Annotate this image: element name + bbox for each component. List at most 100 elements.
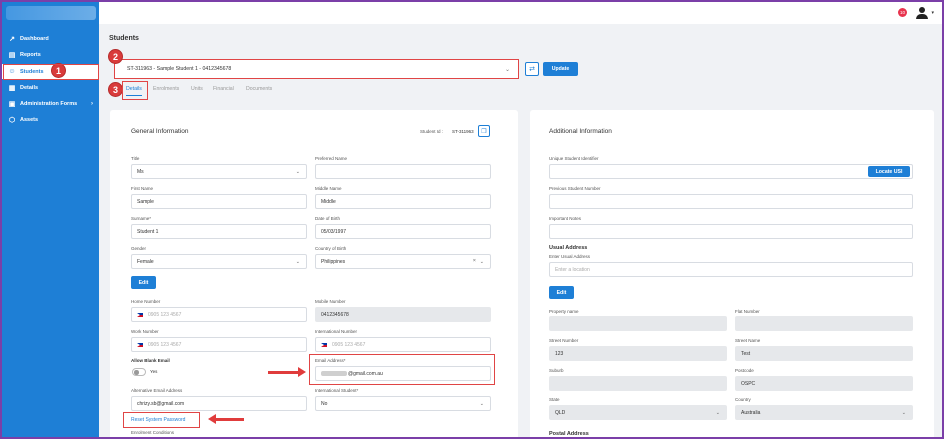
title-select[interactable]: Ms ⌄ <box>131 164 307 179</box>
app-frame: ↗ Dashboard ▤ Reports ☺ Students ▦ Details ▣… <box>2 2 942 437</box>
property-name-input <box>549 316 727 331</box>
philippines-flag-icon <box>137 342 143 347</box>
work-number-label: Work Number <box>131 329 159 334</box>
home-number-input[interactable]: 0905 123 4567 <box>131 307 307 322</box>
chevron-down-icon: ⌄ <box>715 410 720 416</box>
cube-icon: ⬡ <box>8 117 16 124</box>
tab-financial[interactable]: Financial <box>213 86 234 92</box>
first-name-label: First Name <box>131 186 154 191</box>
forms-icon: ▣ <box>8 101 16 108</box>
clear-icon[interactable]: × <box>473 258 476 264</box>
marker-3: 3 <box>108 82 123 97</box>
gender-select[interactable]: Female ⌄ <box>131 254 307 269</box>
country-of-birth-select[interactable]: Philippines × ⌄ <box>315 254 491 269</box>
important-notes-input[interactable] <box>549 224 913 239</box>
postcode-input: OSPC <box>735 376 913 391</box>
international-student-label: International Student* <box>315 388 359 393</box>
chevron-down-icon: ⌄ <box>504 67 510 73</box>
chevron-down-icon[interactable]: ▾ <box>931 10 934 16</box>
title-value: Ms <box>137 168 144 175</box>
tab-details[interactable]: Details <box>126 86 142 96</box>
sidebar-item-details[interactable]: ▦ Details <box>2 81 99 95</box>
suburb-label: Suburb <box>549 368 564 373</box>
flat-number-label: Flat Number <box>735 309 760 314</box>
gender-label: Gender <box>131 246 147 251</box>
email-input[interactable]: @gmail.com.au <box>315 366 491 381</box>
international-number-input[interactable]: 0905 123 4567 <box>315 337 491 352</box>
chevron-down-icon: ⌄ <box>901 410 906 416</box>
state-label: State <box>549 397 560 402</box>
alt-email-input[interactable]: chrizy.sb@gmail.com <box>131 396 307 411</box>
mobile-number-label: Mobile Number <box>315 299 346 304</box>
postcode-label: Postcode <box>735 368 754 373</box>
country-select: Australia ⌄ <box>735 405 913 420</box>
surname-input[interactable]: Student 1 <box>131 224 307 239</box>
important-notes-label: Important Notes <box>549 216 582 221</box>
philippines-flag-icon <box>321 342 327 347</box>
street-name-label: Street Name <box>735 338 761 343</box>
tab-units[interactable]: Units <box>191 86 203 92</box>
first-name-input[interactable]: Sample <box>131 194 307 209</box>
notification-badge[interactable]: 10 <box>898 8 907 17</box>
philippines-flag-icon <box>137 312 143 317</box>
flat-number-input <box>735 316 913 331</box>
international-number-placeholder: 0905 123 4567 <box>332 341 366 348</box>
dob-input[interactable]: 05/03/1997 <box>315 224 491 239</box>
student-id-value: ST-311963 <box>452 129 474 134</box>
swap-button[interactable]: ⇄ <box>525 62 539 76</box>
sidebar-item-label: Reports <box>20 52 41 58</box>
alt-email-label: Alternative Email Address <box>131 388 183 393</box>
country-value: Australia <box>741 409 761 416</box>
highlight-students <box>3 64 99 80</box>
chevron-down-icon: ⌄ <box>479 259 484 265</box>
usi-input[interactable] <box>549 164 913 179</box>
postal-address-heading: Postal Address <box>549 431 589 437</box>
tab-documents[interactable]: Documents <box>246 86 272 92</box>
sidebar-item-label: Assets <box>20 117 39 123</box>
copy-button[interactable]: ❐ <box>478 125 490 137</box>
title-label: Title <box>131 156 140 161</box>
locate-usi-button[interactable]: Locate USI <box>868 166 910 177</box>
address-edit-button[interactable]: Edit <box>549 286 574 299</box>
usual-address-heading: Usual Address <box>549 245 588 251</box>
property-name-label: Property name <box>549 309 579 314</box>
user-avatar-icon[interactable] <box>915 6 929 20</box>
sidebar-item-administration-forms[interactable]: ▣ Administration Forms › <box>2 97 99 111</box>
mobile-number-input: 0412345678 <box>315 307 491 322</box>
sidebar-item-reports[interactable]: ▤ Reports <box>2 48 99 62</box>
work-number-input[interactable]: 0905 123 4567 <box>131 337 307 352</box>
reset-password-link[interactable]: Reset System Password <box>131 417 185 423</box>
logo <box>6 6 96 20</box>
sidebar-item-dashboard[interactable]: ↗ Dashboard <box>2 32 99 46</box>
previous-student-number-input[interactable] <box>549 194 913 209</box>
state-value: QLD <box>555 409 566 416</box>
sidebar-item-label: Administration Forms <box>20 101 78 107</box>
sidebar-item-assets[interactable]: ⬡ Assets <box>2 113 99 127</box>
sidebar-item-label: Dashboard <box>20 36 49 42</box>
home-number-label: Home Number <box>131 299 161 304</box>
international-student-select[interactable]: No ⌄ <box>315 396 491 411</box>
country-of-birth-value: Philippines <box>321 258 346 265</box>
work-number-placeholder: 0905 123 4567 <box>148 341 182 348</box>
email-label: Email Address* <box>315 358 346 363</box>
enrolment-conditions-label: Enrolment Conditions <box>131 430 175 435</box>
tab-enrolments[interactable]: Enrolments <box>153 86 179 92</box>
student-selector-value: ST-311963 - Sample Student 1 - 041234567… <box>127 66 232 72</box>
street-number-label: Street Number <box>549 338 579 343</box>
student-id-label: Student Id : <box>420 129 444 134</box>
usual-address-input[interactable]: Enter a location <box>549 262 913 277</box>
student-selector[interactable]: ST-311963 - Sample Student 1 - 041234567… <box>114 59 519 79</box>
preferred-name-input[interactable] <box>315 164 491 179</box>
marker-2: 2 <box>108 49 123 64</box>
preferred-name-label: Preferred Name <box>315 156 348 161</box>
usi-label: Unique Student Identifier <box>549 156 599 161</box>
suburb-input <box>549 376 727 391</box>
update-button[interactable]: Update <box>543 62 578 76</box>
report-icon: ▤ <box>8 52 16 59</box>
edit-button[interactable]: Edit <box>131 276 156 289</box>
chevron-down-icon: ⌄ <box>479 401 484 407</box>
chart-line-icon: ↗ <box>9 36 15 43</box>
middle-name-input[interactable]: Middle <box>315 194 491 209</box>
swap-icon: ⇄ <box>529 66 535 73</box>
allow-blank-email-toggle[interactable] <box>132 368 146 376</box>
